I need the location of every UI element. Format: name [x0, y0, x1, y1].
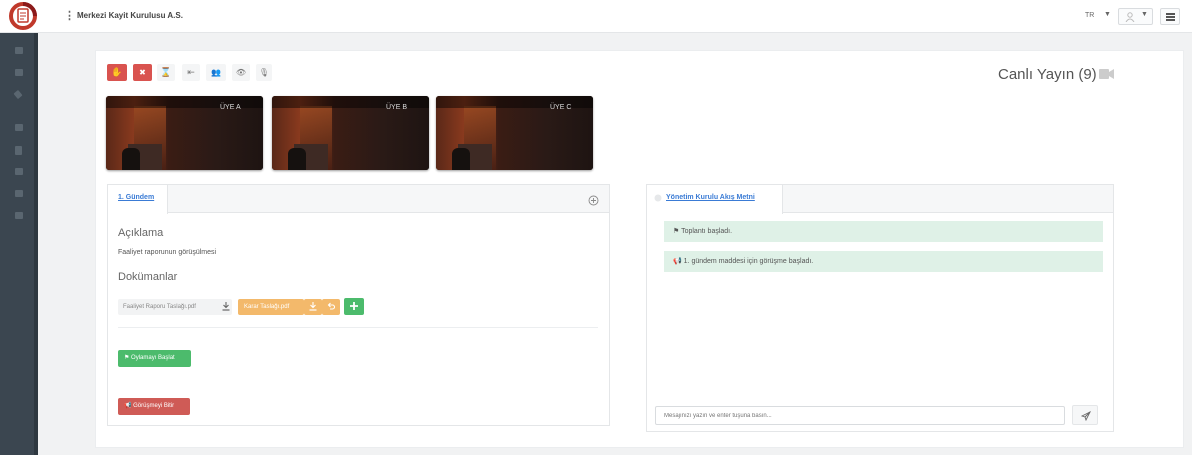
user-caret-icon: ▼ — [1141, 11, 1148, 18]
video-feed-member-c[interactable]: ÜYE C — [436, 96, 593, 170]
description-heading: Açıklama — [118, 227, 164, 239]
chat-message: ⚑ Toplantı başladı. — [664, 221, 1103, 242]
divider — [118, 327, 598, 328]
panel-toggle-button[interactable] — [1160, 8, 1180, 25]
user-menu-button[interactable]: ▼ — [1118, 8, 1153, 25]
language-caret-icon[interactable]: ▼ — [1104, 11, 1111, 18]
paper-plane-icon — [1081, 411, 1091, 421]
inbox-icon[interactable] — [15, 124, 23, 131]
flag-icon: ⚑ — [673, 228, 682, 235]
chat-message: 📢 1. gündem maddesi için görüşme başladı… — [664, 251, 1103, 272]
undo-icon — [327, 302, 335, 310]
video-label: ÜYE C — [550, 104, 572, 111]
agenda-panel-header — [108, 185, 609, 213]
chat-message-text: 1. gündem maddesi için görüşme başladı. — [683, 258, 814, 265]
video-feed-member-b[interactable]: ÜYE B — [272, 96, 429, 170]
live-stream-title: Canlı Yayın (9) — [998, 66, 1097, 83]
briefcase-icon[interactable] — [15, 69, 23, 76]
microphone-button[interactable]: 🎙 — [256, 64, 272, 81]
document-2-link[interactable]: Karar Taslağı.pdf — [238, 299, 304, 315]
download-icon — [309, 302, 317, 311]
board-flow-tab-label[interactable]: Yönetim Kurulu Akış Metni — [666, 194, 755, 201]
video-label: ÜYE B — [386, 104, 408, 111]
top-navbar: ⋮ Merkezi Kayit Kurulusu A.S. TR ▼ ▼ — [0, 0, 1192, 33]
description-text: Faaliyet raporunun görüşülmesi — [118, 249, 217, 256]
video-camera-icon[interactable] — [1099, 68, 1114, 80]
id-card-icon[interactable] — [15, 190, 23, 197]
language-selector[interactable]: TR — [1085, 12, 1094, 19]
home-icon[interactable] — [15, 47, 23, 54]
plus-icon — [350, 302, 358, 310]
users-icon[interactable] — [15, 168, 23, 175]
megaphone-icon: 📢 — [673, 258, 684, 265]
raise-hand-button[interactable]: ✋ — [107, 64, 127, 81]
company-logo[interactable] — [8, 1, 38, 31]
documents-heading: Dokümanlar — [118, 271, 178, 283]
comments-icon — [654, 194, 662, 202]
company-name: Merkezi Kayit Kurulusu A.S. — [77, 11, 183, 20]
start-voting-button[interactable]: ⚑ Oylamayı Başlat — [118, 350, 191, 367]
flag-icon: ⚑ — [124, 355, 132, 361]
hourglass-button[interactable]: ⌛ — [157, 64, 175, 81]
sign-out-button[interactable]: ⇤ — [182, 64, 200, 81]
start-voting-label: Oylamayı Başlat — [131, 355, 175, 361]
users-button[interactable]: 👥 — [206, 64, 226, 81]
video-label: ÜYE A — [220, 104, 241, 111]
download-icon[interactable] — [222, 302, 230, 311]
message-input[interactable] — [655, 406, 1065, 425]
send-button[interactable] — [1072, 405, 1098, 425]
video-feed-member-a[interactable]: ÜYE A — [106, 96, 263, 170]
calendar-icon[interactable] — [15, 212, 23, 219]
document-1-link[interactable]: Faaliyet Raporu Taslağı.pdf — [118, 299, 232, 315]
agenda-tab-label[interactable]: 1. Gündem — [118, 194, 154, 201]
kebab-menu-icon[interactable]: ⋮ — [64, 10, 75, 23]
add-circle-icon[interactable] — [588, 195, 599, 206]
sidebar — [0, 33, 38, 455]
eye-button[interactable]: 👁 — [232, 64, 250, 81]
megaphone-icon: 📢 — [124, 403, 134, 409]
document-icon[interactable] — [15, 146, 22, 155]
close-button[interactable]: ✖ — [133, 64, 152, 81]
chat-message-text: Toplantı başladı. — [681, 228, 733, 235]
end-discussion-label: Görüşmeyi Bitir — [133, 403, 175, 409]
pencil-icon[interactable] — [13, 89, 23, 100]
end-discussion-button[interactable]: 📢 Görüşmeyi Bitir — [118, 398, 190, 415]
user-icon — [1125, 12, 1135, 22]
